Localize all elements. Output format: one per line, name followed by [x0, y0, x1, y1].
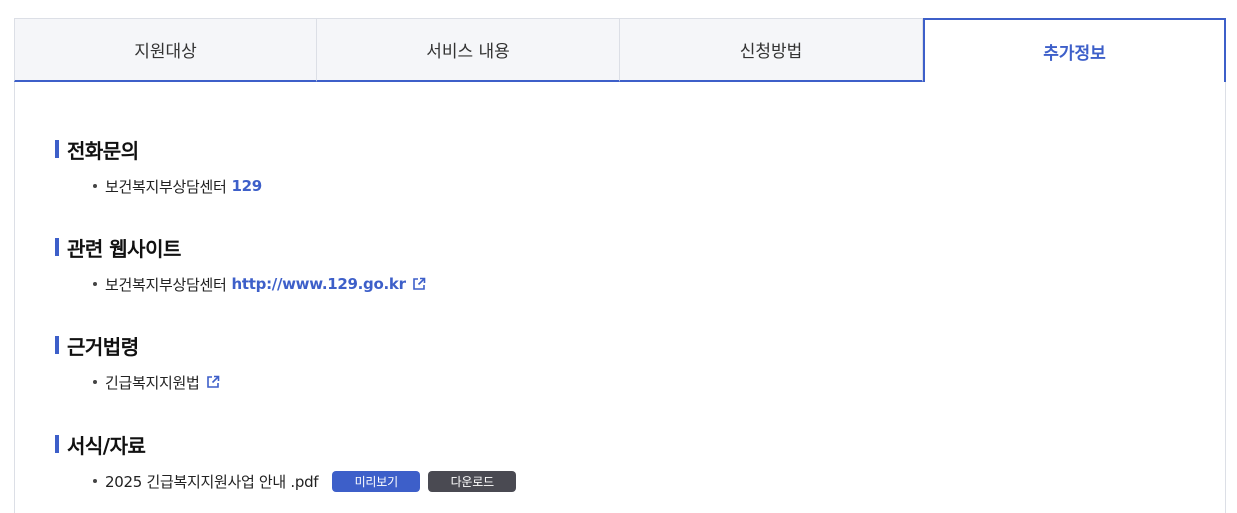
preview-button[interactable]: 미리보기	[332, 470, 421, 492]
bullet	[93, 282, 97, 286]
tab-eligibility[interactable]: 지원대상	[14, 18, 317, 82]
list-item: 2025 긴급복지지원사업 안내 .pdf 미리보기 다운로드	[93, 470, 517, 492]
title-bar	[55, 140, 59, 158]
section-laws: 근거법령 긴급복지지원법	[55, 333, 219, 392]
section-title-text: 관련 웹사이트	[67, 236, 181, 261]
section-phone: 전화문의 보건복지부상담센터 129	[55, 137, 262, 196]
tab-application-method[interactable]: 신청방법	[620, 18, 923, 82]
list-item: 보건복지부상담센터 129	[93, 175, 262, 197]
item-label: 보건복지부상담센터	[105, 275, 227, 294]
bullet	[93, 184, 97, 188]
website-link[interactable]: http://www.129.go.kr	[232, 275, 406, 293]
bullet	[93, 479, 97, 483]
law-link[interactable]: 긴급복지지원법	[105, 372, 200, 393]
list-item: 보건복지부상담센터 http://www.129.go.kr	[93, 273, 426, 295]
title-bar	[55, 336, 59, 354]
external-link-icon[interactable]	[412, 277, 426, 291]
download-button[interactable]: 다운로드	[428, 470, 517, 492]
section-websites: 관련 웹사이트 보건복지부상담센터 http://www.129.go.kr	[55, 235, 425, 294]
title-bar	[55, 238, 59, 256]
section-title: 근거법령	[55, 333, 139, 359]
section-title-text: 전화문의	[67, 138, 139, 163]
section-title-text: 근거법령	[67, 334, 139, 359]
section-forms: 서식/자료 2025 긴급복지지원사업 안내 .pdf 미리보기 다운로드	[55, 432, 517, 492]
tab-service-content[interactable]: 서비스 내용	[317, 18, 620, 82]
title-bar	[55, 435, 59, 453]
list-item: 긴급복지지원법	[93, 371, 220, 393]
tab-additional-info[interactable]: 추가정보	[923, 18, 1226, 82]
section-title-text: 서식/자료	[67, 433, 146, 458]
bullet	[93, 380, 97, 384]
tab-panel-additional-info: 전화문의 보건복지부상담센터 129 관련 웹사이트 보건복지부상담센터 htt…	[14, 82, 1226, 513]
phone-number-link[interactable]: 129	[232, 177, 263, 195]
file-name: 2025 긴급복지지원사업 안내 .pdf	[105, 472, 319, 491]
section-title: 관련 웹사이트	[55, 235, 181, 261]
item-label: 보건복지부상담센터	[105, 177, 227, 196]
section-title: 서식/자료	[55, 432, 146, 458]
section-title: 전화문의	[55, 137, 139, 163]
tab-bar: 지원대상 서비스 내용 신청방법 추가정보	[14, 18, 1226, 82]
external-link-icon[interactable]	[206, 375, 220, 389]
